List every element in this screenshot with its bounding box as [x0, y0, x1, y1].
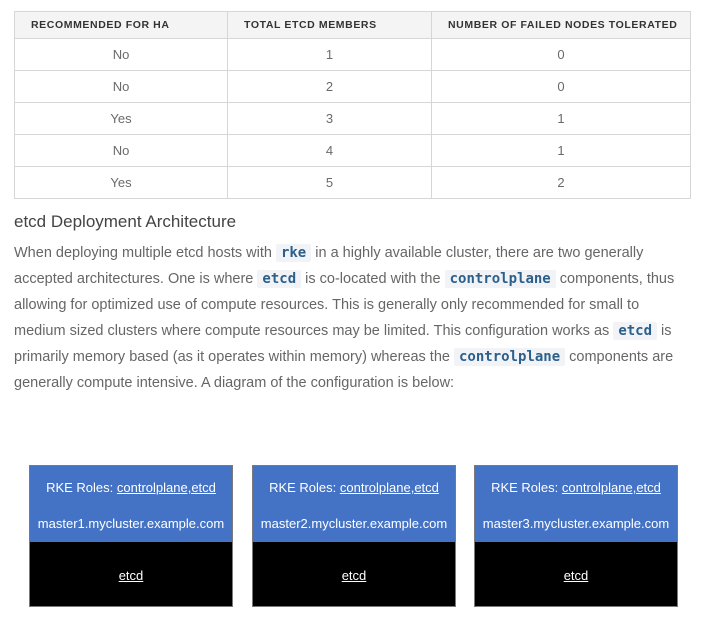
- table-row: No 1 0: [14, 38, 691, 71]
- table-cell: No: [14, 38, 228, 71]
- inline-code-etcd: etcd: [257, 270, 302, 288]
- roles-value: controlplane,etcd: [561, 480, 661, 495]
- table-row: No 4 1: [14, 134, 691, 167]
- table-cell: Yes: [14, 102, 228, 135]
- header-total-etcd-members: TOTAL ETCD MEMBERS: [227, 11, 432, 39]
- roles-prefix: RKE Roles:: [269, 480, 340, 495]
- table-cell: 0: [431, 70, 691, 103]
- node-roles-label: RKE Roles: controlplane,etcd: [475, 466, 677, 500]
- node-roles-panel: RKE Roles: controlplane,etcd master3.myc…: [475, 466, 677, 542]
- inline-code-controlplane: controlplane: [444, 270, 556, 288]
- section-paragraph: When deploying multiple etcd hosts with …: [14, 240, 694, 396]
- header-recommended-for-ha: RECOMMENDED FOR HA: [14, 11, 228, 39]
- table-cell: 3: [227, 102, 432, 135]
- node-service-label: etcd: [563, 568, 589, 583]
- inline-code-etcd: etcd: [613, 322, 658, 340]
- table-header-row: RECOMMENDED FOR HA TOTAL ETCD MEMBERS NU…: [14, 11, 691, 39]
- table-row: No 2 0: [14, 70, 691, 103]
- table-cell: No: [14, 134, 228, 167]
- header-failed-nodes-tolerated: NUMBER OF FAILED NODES TOLERATED: [431, 11, 691, 39]
- node-roles-panel: RKE Roles: controlplane,etcd master1.myc…: [30, 466, 232, 542]
- ha-members-table: RECOMMENDED FOR HA TOTAL ETCD MEMBERS NU…: [14, 11, 691, 199]
- section-heading: etcd Deployment Architecture: [14, 212, 237, 231]
- table-cell: 5: [227, 166, 432, 199]
- roles-value: controlplane,etcd: [116, 480, 216, 495]
- table-cell: No: [14, 70, 228, 103]
- node-roles-panel: RKE Roles: controlplane,etcd master2.myc…: [253, 466, 455, 542]
- node-hostname: master2.mycluster.example.com: [260, 516, 448, 531]
- table-cell: 1: [431, 102, 691, 135]
- node-roles-label: RKE Roles: controlplane,etcd: [253, 466, 455, 500]
- table-row: Yes 3 1: [14, 102, 691, 135]
- table-cell: Yes: [14, 166, 228, 199]
- node-service-panel: etcd: [475, 542, 677, 606]
- roles-prefix: RKE Roles:: [46, 480, 117, 495]
- node-hostname: master3.mycluster.example.com: [482, 516, 670, 531]
- paragraph-text: is co-located with the: [301, 271, 445, 287]
- table-cell: 4: [227, 134, 432, 167]
- table-cell: 0: [431, 38, 691, 71]
- diagram-node-master3: RKE Roles: controlplane,etcd master3.myc…: [474, 465, 678, 607]
- node-service-panel: etcd: [253, 542, 455, 606]
- node-service-label: etcd: [118, 568, 144, 583]
- table-cell: 1: [227, 38, 432, 71]
- table-cell: 2: [431, 166, 691, 199]
- inline-code-controlplane: controlplane: [453, 348, 566, 366]
- diagram-node-master2: RKE Roles: controlplane,etcd master2.myc…: [252, 465, 456, 607]
- diagram-node-master1: RKE Roles: controlplane,etcd master1.myc…: [29, 465, 233, 607]
- node-service-panel: etcd: [30, 542, 232, 606]
- node-hostname: master1.mycluster.example.com: [37, 516, 225, 531]
- table-row: Yes 5 2: [14, 166, 691, 199]
- roles-value: controlplane,etcd: [339, 480, 439, 495]
- node-service-label: etcd: [341, 568, 367, 583]
- table-cell: 1: [431, 134, 691, 167]
- inline-code-rke: rke: [275, 244, 312, 262]
- node-roles-label: RKE Roles: controlplane,etcd: [30, 466, 232, 500]
- table-cell: 2: [227, 70, 432, 103]
- paragraph-text: When deploying multiple etcd hosts with: [14, 245, 276, 261]
- roles-prefix: RKE Roles:: [491, 480, 562, 495]
